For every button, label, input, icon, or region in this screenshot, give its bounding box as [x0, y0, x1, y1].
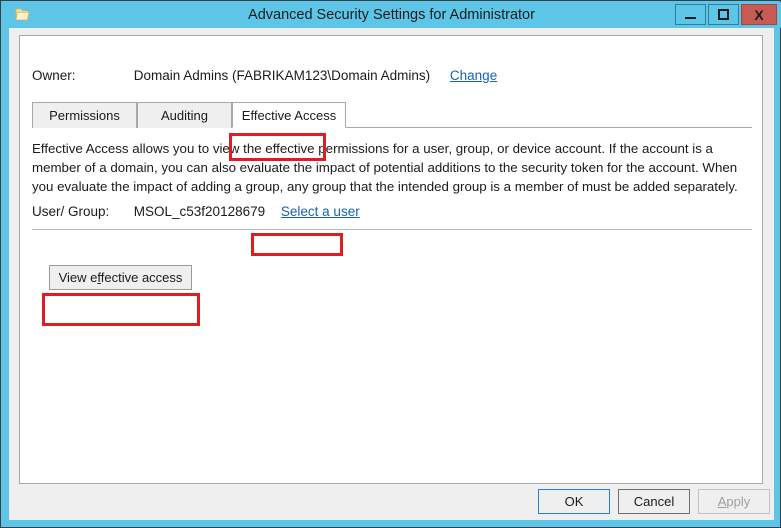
change-owner-link[interactable]: Change	[450, 68, 497, 83]
title-bar: Advanced Security Settings for Administr…	[2, 2, 781, 28]
section-separator	[32, 229, 752, 230]
annotation-box-view-effective-access	[42, 293, 200, 326]
tab-strip: Permissions Auditing Effective Access	[32, 102, 752, 128]
window-controls: X	[675, 4, 777, 25]
dialog-footer: OK Cancel Apply	[9, 489, 774, 520]
cancel-button[interactable]: Cancel	[618, 489, 690, 514]
select-a-user-link-pre: Select a	[280, 204, 334, 219]
select-a-user-link-accel: u	[333, 204, 341, 219]
description-text: Effective Access allows you to view the …	[32, 141, 738, 194]
dialog-body: Owner: Domain Admins (FABRIKAM123\Domain…	[9, 28, 774, 520]
owner-row: Owner: Domain Admins (FABRIKAM123\Domain…	[32, 68, 497, 86]
view-effective-access-button-pre: View e	[58, 270, 98, 285]
apply-button-post: pply	[726, 494, 751, 509]
apply-button: Apply	[698, 489, 770, 514]
tab-auditing[interactable]: Auditing	[137, 102, 232, 128]
user-group-value: MSOL_c53f20128679	[133, 204, 266, 219]
maximize-icon	[718, 9, 729, 20]
tab-permissions[interactable]: Permissions	[32, 102, 137, 128]
view-effective-access-button[interactable]: View effective access	[49, 265, 192, 290]
select-a-user-link[interactable]: Select a user	[281, 204, 360, 219]
content-panel: Owner: Domain Admins (FABRIKAM123\Domain…	[19, 35, 763, 484]
annotation-box-select-a-user	[251, 233, 343, 256]
close-button[interactable]: X	[741, 4, 777, 25]
dialog-window: Advanced Security Settings for Administr…	[0, 0, 781, 528]
owner-label: Owner:	[32, 68, 76, 83]
ok-button[interactable]: OK	[538, 489, 610, 514]
user-group-row: User/ Group: MSOL_c53f20128679 Select a …	[32, 204, 360, 222]
select-a-user-link-post: ser	[340, 204, 360, 219]
minimize-icon	[685, 16, 696, 19]
minimize-button[interactable]	[675, 4, 706, 25]
view-effective-access-button-post: fective access	[100, 270, 183, 285]
window-title: Advanced Security Settings for Administr…	[248, 7, 535, 23]
tab-effective-access[interactable]: Effective Access	[232, 102, 346, 128]
maximize-button[interactable]	[708, 4, 739, 25]
owner-value: Domain Admins (FABRIKAM123\Domain Admins…	[133, 68, 431, 83]
user-group-label: User/ Group:	[32, 204, 110, 219]
